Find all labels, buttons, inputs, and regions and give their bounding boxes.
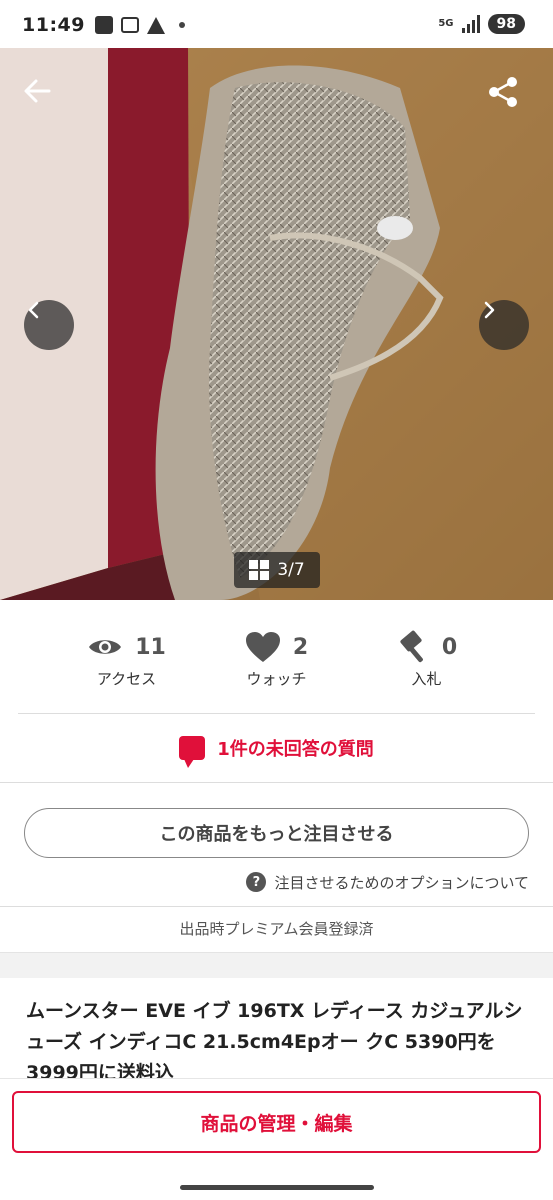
bid-count: 0 bbox=[441, 634, 458, 660]
promote-options-text: 注目させるためのオプションについて bbox=[274, 873, 529, 892]
notification-icons bbox=[94, 16, 185, 34]
premium-member-note: 出品時プレミアム会員登録済 bbox=[179, 920, 374, 938]
stat-bids: 0 入札 bbox=[352, 630, 502, 690]
manage-edit-item-button[interactable]: 商品の管理・編集 bbox=[12, 1091, 541, 1153]
divider bbox=[0, 906, 553, 907]
warning-icon bbox=[146, 16, 165, 34]
grid-icon bbox=[249, 560, 270, 580]
stat-access: 11 アクセス bbox=[52, 630, 202, 690]
product-title: ムーンスター EVE イブ 196TX レディース カジュアルシューズ インディ… bbox=[26, 1000, 523, 1078]
more-dot-icon bbox=[178, 22, 185, 28]
back-button[interactable] bbox=[22, 76, 66, 120]
heart-icon bbox=[245, 632, 280, 662]
section-separator bbox=[0, 952, 553, 978]
system-icons: 5G 98 bbox=[438, 14, 525, 34]
app-notification-icon bbox=[94, 16, 113, 34]
battery-level: 98 bbox=[487, 14, 525, 34]
watch-count: 2 bbox=[292, 634, 309, 660]
access-label: アクセス bbox=[96, 670, 157, 688]
stat-watch: 2 ウォッチ bbox=[202, 630, 352, 690]
previous-photo-button[interactable] bbox=[24, 300, 74, 350]
share-icon bbox=[489, 77, 517, 107]
product-photo-gallery[interactable]: 3/7 bbox=[0, 48, 553, 600]
bid-label: 入札 bbox=[411, 670, 442, 688]
stats-row: 11 アクセス 2 ウォッチ 0 入札 bbox=[0, 630, 553, 690]
speech-bubble-icon bbox=[179, 736, 206, 768]
home-indicator[interactable] bbox=[180, 1185, 374, 1190]
photo-counter[interactable]: 3/7 bbox=[234, 552, 320, 588]
back-arrow-icon bbox=[24, 79, 51, 103]
promote-options-link[interactable]: ? 注目させるためのオプションについて bbox=[246, 870, 529, 894]
access-count: 11 bbox=[135, 634, 166, 660]
photo-counter-text: 3/7 bbox=[277, 560, 305, 580]
next-photo-button[interactable] bbox=[479, 300, 529, 350]
unanswered-question-link[interactable]: 1件の未回答の質問 bbox=[0, 730, 553, 768]
bottom-action-bar: 商品の管理・編集 bbox=[0, 1078, 553, 1200]
network-label: 5G bbox=[438, 18, 454, 29]
watch-label: ウォッチ bbox=[246, 670, 307, 688]
divider bbox=[18, 713, 535, 714]
chevron-right-icon bbox=[484, 301, 495, 319]
help-icon: ? bbox=[246, 872, 267, 892]
eye-icon bbox=[89, 640, 122, 654]
signal-icon bbox=[461, 15, 480, 33]
status-bar: 11:49 5G 98 bbox=[0, 0, 553, 50]
unanswered-question-text: 1件の未回答の質問 bbox=[217, 739, 374, 760]
chevron-left-icon bbox=[28, 301, 39, 319]
product-title-section: ムーンスター EVE イブ 196TX レディース カジュアルシューズ インディ… bbox=[0, 978, 553, 1078]
status-time: 11:49 bbox=[22, 14, 85, 36]
promote-item-button[interactable]: この商品をもっと注目させる bbox=[24, 808, 529, 858]
gavel-icon bbox=[400, 630, 423, 663]
screenshot-icon bbox=[120, 17, 139, 33]
divider bbox=[0, 782, 553, 783]
share-button[interactable] bbox=[487, 76, 531, 120]
shoe-photo bbox=[0, 48, 553, 600]
